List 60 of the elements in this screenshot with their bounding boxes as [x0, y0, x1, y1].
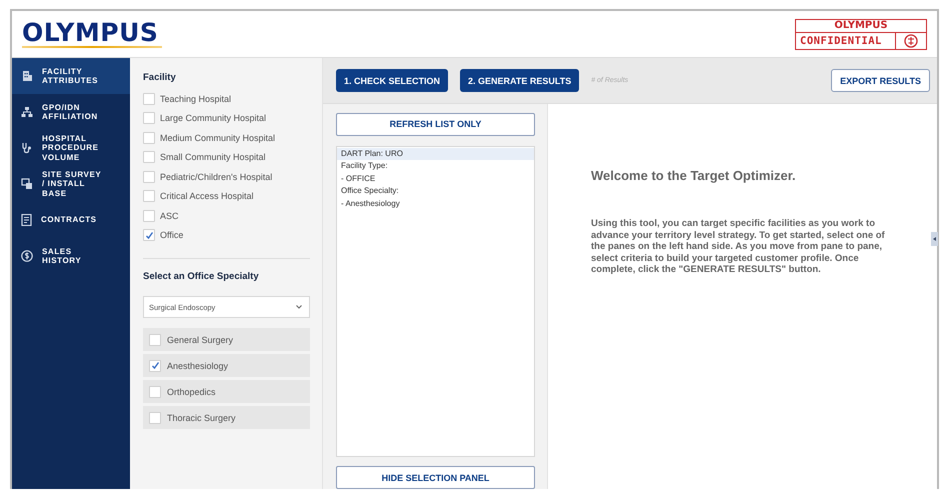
- checkbox[interactable]: [143, 210, 155, 222]
- checkbox[interactable]: [143, 151, 155, 164]
- sidebar-item[interactable]: SALES HISTORY: [12, 238, 130, 274]
- list-item[interactable]: Office Specialty:: [337, 185, 534, 198]
- sidebar-item[interactable]: FACILITY ATTRIBUTES: [12, 58, 130, 94]
- section-heading: Facility: [143, 72, 177, 83]
- list-item[interactable]: Facility Type:: [337, 160, 534, 173]
- checkbox-label: Medium Community Hospital: [160, 132, 276, 143]
- checkbox-label: Large Community Hospital: [160, 113, 266, 124]
- checkbox-label: Office: [160, 230, 184, 240]
- specialty-option[interactable]: General Surgery: [143, 328, 310, 351]
- collapse-tab[interactable]: [931, 232, 938, 246]
- org-chart-icon: [21, 106, 33, 118]
- refresh-button[interactable]: REFRESH LIST ONLY: [336, 113, 535, 136]
- checkbox-label: Teaching Hospital: [160, 94, 232, 104]
- checkbox[interactable]: [143, 170, 155, 183]
- checkbox[interactable]: [149, 360, 161, 372]
- checkbox[interactable]: [149, 386, 161, 398]
- export-button[interactable]: EXPORT RESULTS: [831, 69, 930, 92]
- checkbox[interactable]: [149, 412, 161, 424]
- checkbox[interactable]: [149, 334, 161, 346]
- sidebar-item[interactable]: CONTRACTS: [12, 202, 130, 238]
- checkbox-label: Small Community Hospital: [160, 152, 266, 162]
- welcome-title: Welcome to the Target Optimizer.: [591, 168, 797, 183]
- checkbox-label: General Surgery: [167, 334, 234, 344]
- chevron-down-icon: [296, 305, 302, 309]
- list-item[interactable]: DART Plan: URO: [337, 148, 534, 160]
- checkbox-label: Thoracic Surgery: [167, 412, 236, 422]
- dollar-icon: [21, 250, 33, 262]
- checkbox-label: Orthopedics: [167, 386, 216, 396]
- checkbox[interactable]: [143, 112, 155, 124]
- checkbox[interactable]: [143, 229, 155, 242]
- confidential-stamp: OLYMPUS CONFIDENTIAL: [795, 18, 927, 50]
- seal-icon: [904, 34, 918, 48]
- action-button[interactable]: 2. GENERATE RESULTS: [460, 69, 580, 92]
- company-logo: OLYMPUS: [22, 20, 162, 48]
- action-button[interactable]: 1. CHECK SELECTION: [336, 69, 448, 92]
- hide-panel-button[interactable]: HIDE SELECTION PANEL: [336, 466, 535, 489]
- section-heading: Select an Office Specialty: [143, 271, 260, 282]
- left-arrow-icon: [933, 237, 936, 241]
- specialty-option[interactable]: Anesthesiology: [143, 354, 310, 377]
- checkbox-label: Critical Access Hospital: [160, 191, 254, 202]
- checkbox[interactable]: [143, 92, 155, 105]
- checkbox[interactable]: [143, 190, 155, 202]
- sidebar-item[interactable]: GPO/IDN AFFILIATION: [12, 94, 130, 130]
- specialty-option[interactable]: Orthopedics: [143, 380, 310, 403]
- building-icon: [21, 70, 33, 82]
- specialty-option[interactable]: Thoracic Surgery: [143, 406, 310, 429]
- welcome-text: Using this tool, you can target specific facilities as you work to advance your territory level strategy. To get started, select one of the panes on the left hand side. As you move from pane to pane, select criteria to build your targeted customer profile. Once complete, click the "GENERATE RESULTS" button.: [591, 218, 886, 276]
- sidebar-item[interactable]: HOSPITAL PROCEDURE VOLUME: [12, 130, 130, 166]
- document-icon: [21, 214, 32, 226]
- list-item[interactable]: - Anesthesiology: [337, 198, 534, 210]
- checkbox-label: Pediatric/Children's Hospital: [160, 172, 272, 182]
- checkbox-label: Anesthesiology: [167, 360, 228, 370]
- sidebar-item[interactable]: SITE SURVEY / INSTALL BASE: [12, 166, 130, 202]
- checkbox[interactable]: [143, 132, 155, 144]
- layers-icon: [21, 178, 33, 190]
- list-item[interactable]: - OFFICE: [337, 172, 534, 186]
- stethoscope-icon: [21, 142, 33, 154]
- checkbox-label: ASC: [160, 210, 179, 221]
